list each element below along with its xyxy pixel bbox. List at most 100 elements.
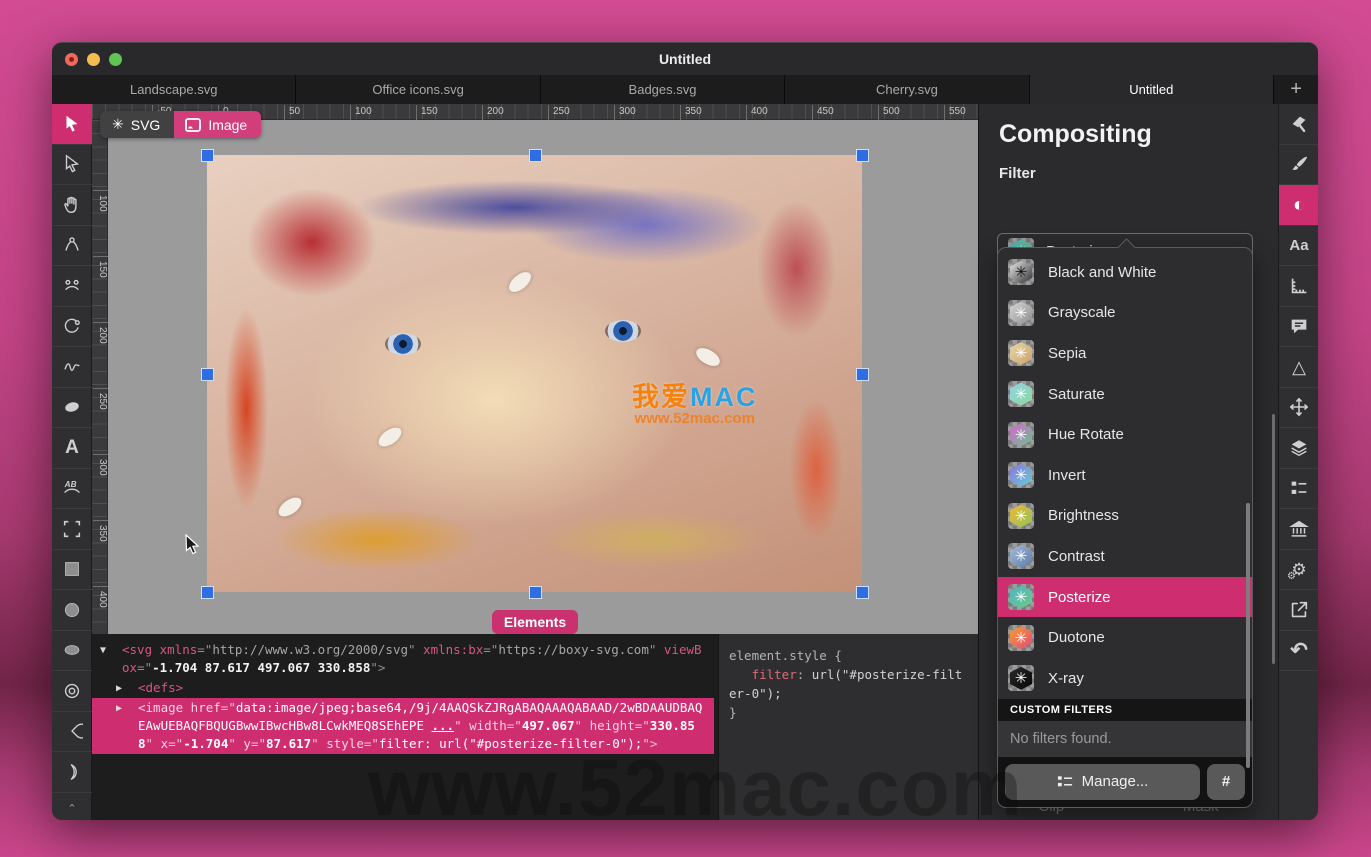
canvas-area[interactable]: 我爱MAC www.52mac.com -5005010015020025030… — [92, 104, 978, 634]
undo-icon: ↶ — [1290, 640, 1308, 661]
document-tab[interactable]: Badges.svg — [541, 75, 785, 104]
custom-filters-header: CUSTOM FILTERS — [998, 699, 1252, 721]
layers-icon — [1288, 437, 1310, 459]
selection-handle[interactable] — [856, 149, 869, 162]
photo-watermark: 我爱MAC www.52mac.com — [632, 383, 758, 427]
tool-ellipse[interactable] — [52, 631, 92, 672]
tool-blob[interactable] — [52, 388, 92, 429]
window-title: Untitled — [52, 51, 1318, 67]
code-line: ▶<defs> — [92, 678, 714, 698]
tab-shape[interactable]: △ — [1279, 347, 1318, 388]
tab-arrange[interactable] — [1279, 388, 1318, 429]
text-path-icon: AB — [61, 477, 83, 499]
tool-circle[interactable] — [52, 590, 92, 631]
tab-label: Untitled — [1129, 82, 1173, 97]
selection-handle[interactable] — [201, 586, 214, 599]
filter-menu-item[interactable]: ✳ Hue Rotate — [998, 414, 1252, 455]
filter-item-label: Contrast — [1048, 548, 1105, 565]
right-eye — [605, 320, 641, 342]
tool-node-select[interactable] — [52, 145, 92, 186]
app-window: Untitled Landscape.svgOffice icons.svg Ba… — [52, 42, 1318, 820]
tab-label: Cherry.svg — [876, 82, 938, 97]
tool-arc[interactable] — [52, 307, 92, 348]
tab-compositing[interactable]: ◐ — [1279, 185, 1318, 226]
tool-edit-points[interactable] — [52, 266, 92, 307]
ruler-tick: 150 — [416, 105, 438, 120]
filter-menu-item[interactable]: ✳ Sepia — [998, 333, 1252, 374]
xml-editor[interactable]: ▼<svg xmlns="http://www.w3.org/2000/svg"… — [92, 634, 718, 820]
breadcrumb-svg-button[interactable]: ✳ SVG — [100, 111, 174, 138]
selection-handle[interactable] — [201, 149, 214, 162]
toolbar-scroll-arrow[interactable]: ⌃ — [52, 802, 92, 815]
tab-geometry[interactable] — [1279, 266, 1318, 307]
code-line: ▼<svg xmlns="http://www.w3.org/2000/svg"… — [92, 640, 714, 678]
tool-donut[interactable] — [52, 671, 92, 712]
manage-button[interactable]: Manage... — [1005, 764, 1200, 800]
tab-comments[interactable] — [1279, 307, 1318, 348]
tool-text-path[interactable]: AB — [52, 469, 92, 510]
panel-scrollbar[interactable] — [1272, 414, 1275, 664]
tab-export[interactable] — [1279, 590, 1318, 631]
tool-crescent[interactable] — [52, 752, 92, 793]
filter-icon: ✳ — [1008, 625, 1034, 651]
tab-undo[interactable]: ↶ — [1279, 631, 1318, 672]
filter-menu-item[interactable]: ✳ Grayscale — [998, 293, 1252, 334]
document-tab[interactable]: Landscape.svg — [52, 75, 296, 104]
filter-item-label: Invert — [1048, 467, 1086, 484]
tab-generators[interactable]: ⚙ ⚙ — [1279, 550, 1318, 591]
filter-menu-item[interactable]: ✳ Saturate — [998, 374, 1252, 415]
tool-view-box[interactable] — [52, 509, 92, 550]
filter-menu-item[interactable]: ✳ Contrast — [998, 536, 1252, 577]
filter-menu-item[interactable]: ✳ Invert — [998, 455, 1252, 496]
tool-pen[interactable] — [52, 226, 92, 267]
filter-menu-item[interactable]: ✳ X-ray — [998, 658, 1252, 699]
photo-image[interactable]: 我爱MAC www.52mac.com — [207, 155, 862, 592]
tool-rectangle[interactable] — [52, 550, 92, 591]
nail — [375, 424, 404, 450]
filter-menu-item[interactable]: ✳ Brightness — [998, 496, 1252, 537]
tab-fill[interactable] — [1279, 104, 1318, 145]
tab-layers[interactable] — [1279, 428, 1318, 469]
tab-label: Badges.svg — [629, 82, 697, 97]
disclosure-arrow[interactable]: ▶ — [116, 680, 122, 698]
element-style-panel[interactable]: element.style { filter: url("#posterize-… — [718, 634, 978, 820]
filter-icon: ✳ — [1008, 665, 1034, 691]
selection-handle[interactable] — [201, 368, 214, 381]
tool-hand[interactable] — [52, 185, 92, 226]
document-tab[interactable]: Cherry.svg — [785, 75, 1029, 104]
breadcrumb-image-button[interactable]: Image — [174, 111, 261, 138]
selection-handle[interactable] — [529, 149, 542, 162]
tool-freehand[interactable] — [52, 347, 92, 388]
selection-handle[interactable] — [856, 368, 869, 381]
document-tab[interactable]: Office icons.svg — [296, 75, 540, 104]
selection-breadcrumb: ✳ SVG Image — [100, 111, 261, 138]
paintbrush-icon — [1288, 153, 1310, 175]
ellipse-icon — [61, 639, 83, 661]
tool-pie[interactable] — [52, 712, 92, 753]
document-tab[interactable]: Untitled — [1030, 75, 1274, 104]
tab-typography[interactable]: Aa — [1279, 226, 1318, 267]
nail — [693, 344, 723, 369]
tool-text[interactable]: A — [52, 428, 92, 469]
tab-defs[interactable] — [1279, 469, 1318, 510]
filter-label: Filter — [999, 165, 1278, 182]
new-tab-button[interactable]: + — [1274, 75, 1318, 104]
disclosure-arrow[interactable]: ▼ — [100, 642, 106, 660]
hash-button[interactable]: # — [1207, 764, 1245, 800]
selection-handle[interactable] — [529, 586, 542, 599]
filter-menu-item[interactable]: ✳ Black and White — [998, 252, 1252, 293]
circle-icon — [61, 599, 83, 621]
popup-scrollbar[interactable] — [1246, 503, 1250, 768]
selection-handle[interactable] — [856, 586, 869, 599]
xml-code: ▼<svg xmlns="http://www.w3.org/2000/svg"… — [92, 640, 714, 754]
elements-button[interactable]: Elements — [492, 610, 578, 634]
filter-icon: ✳ — [1008, 340, 1034, 366]
tool-select[interactable] — [52, 104, 92, 145]
filter-menu-item[interactable]: ✳ Duotone — [998, 617, 1252, 658]
tab-stroke[interactable] — [1279, 145, 1318, 186]
ruler-tick: 150 — [93, 256, 108, 278]
tab-library[interactable] — [1279, 509, 1318, 550]
filter-menu-item[interactable]: ✳ Posterize — [998, 577, 1252, 618]
disclosure-arrow[interactable]: ▶ — [116, 700, 122, 718]
filter-item-label: Hue Rotate — [1048, 426, 1124, 443]
